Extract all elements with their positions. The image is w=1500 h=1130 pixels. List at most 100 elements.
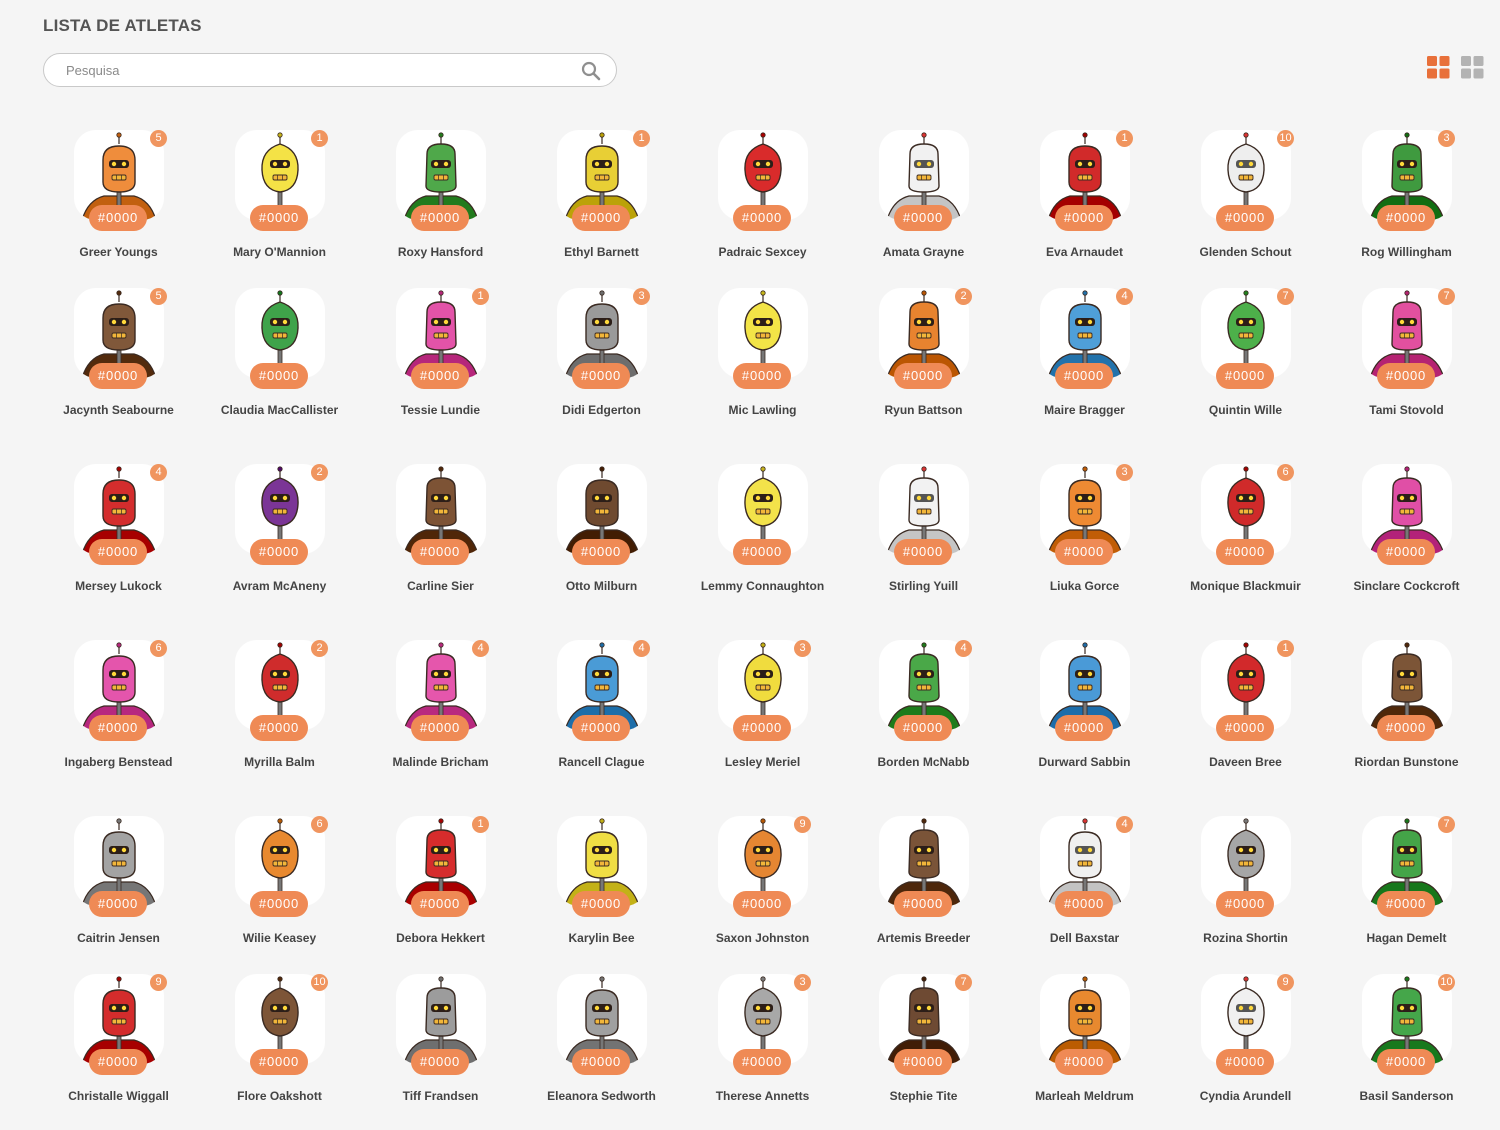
athlete-card[interactable]: 3 #0000 Therese Annetts — [682, 972, 843, 1130]
athlete-card[interactable]: #0000 Roxy Hansford — [360, 128, 521, 286]
athlete-name: Greer Youngs — [79, 245, 158, 259]
athlete-card[interactable]: 3 #0000 Didi Edgerton — [521, 286, 682, 462]
search-bar[interactable] — [43, 53, 617, 87]
athlete-name: Cyndia Arundell — [1199, 1089, 1292, 1103]
athlete-card[interactable]: #0000 Lemmy Connaughton — [682, 462, 843, 638]
athlete-name: Mary O'Mannion — [233, 245, 326, 259]
count-badge: 10 — [311, 974, 328, 991]
athlete-card[interactable]: 2 #0000 Myrilla Balm — [199, 638, 360, 814]
athlete-name: Ingaberg Benstead — [64, 755, 173, 769]
athlete-code: #0000 — [572, 715, 630, 741]
athlete-card[interactable]: #0000 Carline Sier — [360, 462, 521, 638]
athlete-card[interactable]: #0000 Marleah Meldrum — [1004, 972, 1165, 1130]
athlete-code: #0000 — [411, 715, 469, 741]
count-badge: 1 — [1116, 130, 1133, 147]
athlete-card[interactable]: 6 #0000 Wilie Keasey — [199, 814, 360, 972]
athlete-name: Mersey Lukock — [75, 579, 162, 593]
list-view-icon[interactable] — [1461, 56, 1484, 79]
athlete-card[interactable]: #0000 Mic Lawling — [682, 286, 843, 462]
athlete-card[interactable]: 1 #0000 Debora Hekkert — [360, 814, 521, 972]
athlete-name: Tami Stovold — [1369, 403, 1444, 417]
athlete-card[interactable]: 1 #0000 Tessie Lundie — [360, 286, 521, 462]
athlete-card[interactable]: 4 #0000 Rancell Clague — [521, 638, 682, 814]
athlete-card[interactable]: 1 #0000 Ethyl Barnett — [521, 128, 682, 286]
athlete-card[interactable]: #0000 Rozina Shortin — [1165, 814, 1326, 972]
athlete-name: Riordan Bunstone — [1354, 755, 1459, 769]
athlete-card[interactable]: 7 #0000 Tami Stovold — [1326, 286, 1487, 462]
athlete-card[interactable]: #0000 Sinclare Cockcroft — [1326, 462, 1487, 638]
athlete-card[interactable]: #0000 Eleanora Sedworth — [521, 972, 682, 1130]
athlete-card[interactable]: #0000 Stirling Yuill — [843, 462, 1004, 638]
athlete-card[interactable]: 9 #0000 Cyndia Arundell — [1165, 972, 1326, 1130]
athlete-card[interactable]: 4 #0000 Mersey Lukock — [38, 462, 199, 638]
athlete-card[interactable]: 3 #0000 Rog Willingham — [1326, 128, 1487, 286]
athlete-code: #0000 — [1055, 205, 1113, 231]
athlete-card[interactable]: 5 #0000 Greer Youngs — [38, 128, 199, 286]
athlete-name: Hagan Demelt — [1366, 931, 1447, 945]
athlete-name: Lesley Meriel — [724, 755, 801, 769]
athlete-card[interactable]: 2 #0000 Avram McAneny — [199, 462, 360, 638]
count-badge: 1 — [1277, 640, 1294, 657]
athlete-code: #0000 — [733, 363, 791, 389]
athlete-card[interactable]: 9 #0000 Christalle Wiggall — [38, 972, 199, 1130]
athlete-card[interactable]: #0000 Padraic Sexcey — [682, 128, 843, 286]
athlete-name: Basil Sanderson — [1359, 1089, 1454, 1103]
athlete-code: #0000 — [1216, 891, 1274, 917]
athlete-card[interactable]: #0000 Durward Sabbin — [1004, 638, 1165, 814]
athlete-name: Artemis Breeder — [876, 931, 971, 945]
athlete-card[interactable]: 1 #0000 Mary O'Mannion — [199, 128, 360, 286]
athlete-name: Debora Hekkert — [396, 931, 485, 945]
athlete-card[interactable]: 4 #0000 Malinde Bricham — [360, 638, 521, 814]
athlete-card[interactable]: 7 #0000 Stephie Tite — [843, 972, 1004, 1130]
athlete-card[interactable]: 5 #0000 Jacynth Seabourne — [38, 286, 199, 462]
athlete-card[interactable]: 6 #0000 Monique Blackmuir — [1165, 462, 1326, 638]
athlete-card[interactable]: #0000 Caitrin Jensen — [38, 814, 199, 972]
athlete-name: Avram McAneny — [232, 579, 327, 593]
athlete-card[interactable]: #0000 Artemis Breeder — [843, 814, 1004, 972]
athlete-card[interactable]: 7 #0000 Quintin Wille — [1165, 286, 1326, 462]
athlete-code: #0000 — [572, 539, 630, 565]
grid-view-icon[interactable] — [1427, 56, 1450, 79]
athlete-card[interactable]: #0000 Karylin Bee — [521, 814, 682, 972]
athlete-card[interactable]: 6 #0000 Ingaberg Benstead — [38, 638, 199, 814]
athlete-card[interactable]: #0000 Claudia MacCallister — [199, 286, 360, 462]
athlete-name: Caitrin Jensen — [77, 931, 160, 945]
athlete-name: Eva Arnaudet — [1046, 245, 1123, 259]
athlete-card[interactable]: 3 #0000 Lesley Meriel — [682, 638, 843, 814]
athlete-card[interactable]: 10 #0000 Glenden Schout — [1165, 128, 1326, 286]
count-badge: 1 — [472, 288, 489, 305]
athlete-card[interactable]: #0000 Otto Milburn — [521, 462, 682, 638]
athlete-name: Myrilla Balm — [244, 755, 315, 769]
search-input[interactable] — [64, 54, 568, 87]
athlete-code: #0000 — [1055, 891, 1113, 917]
count-badge: 3 — [1438, 130, 1455, 147]
athlete-name: Rog Willingham — [1361, 245, 1452, 259]
athlete-card[interactable]: 4 #0000 Borden McNabb — [843, 638, 1004, 814]
athlete-code: #0000 — [1216, 715, 1274, 741]
count-badge: 7 — [1438, 816, 1455, 833]
athlete-card[interactable]: 3 #0000 Liuka Gorce — [1004, 462, 1165, 638]
athlete-card[interactable]: 1 #0000 Daveen Bree — [1165, 638, 1326, 814]
athlete-name: Quintin Wille — [1208, 403, 1283, 417]
athlete-card[interactable]: 7 #0000 Hagan Demelt — [1326, 814, 1487, 972]
search-icon[interactable] — [581, 61, 601, 81]
count-badge: 4 — [150, 464, 167, 481]
athlete-card[interactable]: 4 #0000 Maire Bragger — [1004, 286, 1165, 462]
count-badge: 1 — [472, 816, 489, 833]
athlete-card[interactable]: 9 #0000 Saxon Johnston — [682, 814, 843, 972]
count-badge: 3 — [1116, 464, 1133, 481]
athlete-code: #0000 — [733, 539, 791, 565]
athlete-card[interactable]: 1 #0000 Eva Arnaudet — [1004, 128, 1165, 286]
athlete-name: Stirling Yuill — [888, 579, 959, 593]
athlete-card[interactable]: 10 #0000 Flore Oakshott — [199, 972, 360, 1130]
athlete-code: #0000 — [572, 363, 630, 389]
athlete-name: Liuka Gorce — [1049, 579, 1120, 593]
athlete-card[interactable]: 4 #0000 Dell Baxstar — [1004, 814, 1165, 972]
athlete-card[interactable]: #0000 Tiff Frandsen — [360, 972, 521, 1130]
athlete-card[interactable]: 2 #0000 Ryun Battson — [843, 286, 1004, 462]
athlete-card[interactable]: #0000 Riordan Bunstone — [1326, 638, 1487, 814]
athlete-name: Dell Baxstar — [1049, 931, 1120, 945]
athlete-card[interactable]: #0000 Amata Grayne — [843, 128, 1004, 286]
count-badge: 5 — [150, 130, 167, 147]
athlete-card[interactable]: 10 #0000 Basil Sanderson — [1326, 972, 1487, 1130]
